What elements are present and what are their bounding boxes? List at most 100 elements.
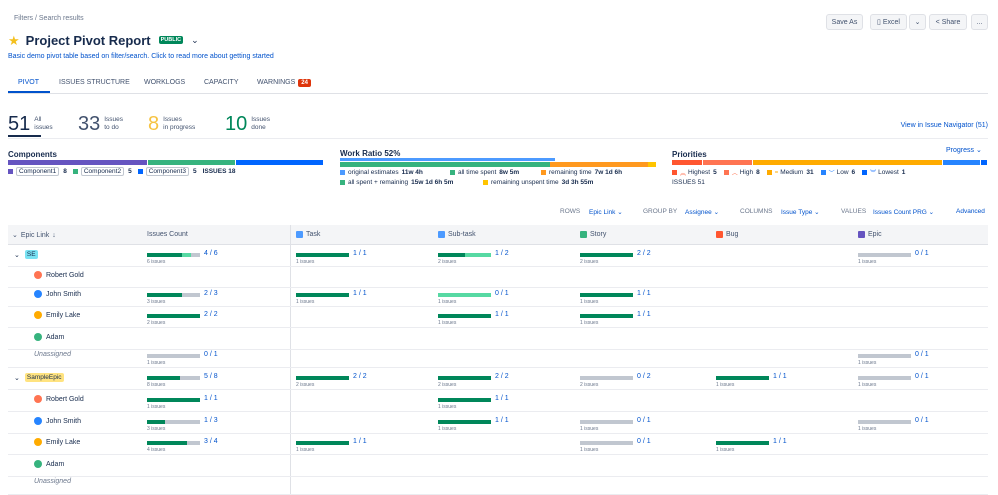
row-header[interactable]: ⌄ Epic Link ↓ <box>12 231 56 240</box>
progress-cell[interactable]: 0 / 1 1 issues <box>858 417 929 432</box>
column-header-task[interactable]: Task <box>296 231 320 238</box>
priority-segment[interactable] <box>753 160 943 165</box>
breadcrumb[interactable]: Filters / Search results <box>14 15 84 22</box>
component-segment[interactable] <box>8 160 148 165</box>
progress-cell[interactable]: 0 / 2 2 issues <box>580 373 651 388</box>
issue-count: 1 issues <box>716 382 735 388</box>
issue-count: 4 issues <box>147 447 166 453</box>
avatar <box>34 271 42 279</box>
assignee-row[interactable]: Robert Gold <box>34 271 84 279</box>
epic-row[interactable]: ⌄ SE <box>14 250 38 259</box>
columns-dropdown[interactable]: Issue Type ⌄ <box>781 208 820 216</box>
assignee-row[interactable]: John Smith <box>34 290 81 298</box>
issue-navigator-link[interactable]: View in Issue Navigator (51) <box>901 122 988 129</box>
chevron-down-icon[interactable]: ⌄ <box>191 35 199 46</box>
column-header-epic[interactable]: Epic <box>858 231 882 238</box>
progress-cell[interactable]: 0 / 1 1 issues <box>858 250 929 265</box>
stat-2[interactable]: 8 Issues in progress <box>148 114 195 134</box>
progress-cell[interactable]: 1 / 3 3 issues <box>147 417 218 432</box>
assignee-row[interactable]: Unassigned <box>34 351 71 358</box>
progress-cell[interactable]: 2 / 2 2 issues <box>580 250 651 265</box>
progress-cell[interactable]: 1 / 1 1 issues <box>147 395 218 410</box>
progress-cell[interactable]: 1 / 1 1 issues <box>438 417 509 432</box>
priority-legend-item[interactable]: ︾ Lowest 1 <box>862 168 905 177</box>
values-dropdown[interactable]: Issues Count PRG ⌄ <box>873 208 934 216</box>
progress-cell[interactable]: 2 / 3 3 issues <box>147 290 218 305</box>
tab-worklogs[interactable]: WORKLOGS <box>144 79 185 86</box>
progress-cell[interactable]: 1 / 1 1 issues <box>296 290 367 305</box>
stat-1[interactable]: 33 Issues to do <box>78 114 123 134</box>
assignee-row[interactable]: Emily Lake <box>34 438 80 446</box>
group-by-dropdown[interactable]: Assignee ⌄ <box>685 208 719 216</box>
more-button[interactable]: ... <box>971 14 988 30</box>
progress-cell[interactable]: 1 / 1 1 issues <box>580 311 651 326</box>
progress-cell[interactable]: 1 / 1 1 issues <box>296 438 367 453</box>
progress-cell[interactable]: 1 / 1 1 issues <box>296 250 367 265</box>
report-description-link[interactable]: Basic demo pivot table based on filter/s… <box>8 53 274 60</box>
assignee-row[interactable]: John Smith <box>34 417 81 425</box>
priority-segment[interactable] <box>672 160 703 165</box>
component-segment[interactable] <box>236 160 323 165</box>
progress-cell[interactable]: 0 / 1 1 issues <box>438 290 509 305</box>
progress-cell[interactable]: 2 / 2 2 issues <box>438 373 509 388</box>
progress-dropdown[interactable]: Progress ⌄ <box>946 146 982 154</box>
stat-3[interactable]: 10 Issues done <box>225 114 270 134</box>
progress-cell[interactable]: 1 / 1 1 issues <box>438 311 509 326</box>
tab-pivot[interactable]: PIVOT <box>18 79 39 86</box>
priority-segment[interactable] <box>980 160 988 165</box>
component-segment[interactable] <box>148 160 236 165</box>
row-divider <box>8 349 988 350</box>
assignee-row[interactable]: Adam <box>34 333 64 341</box>
progress-cell[interactable]: 5 / 8 8 issues <box>147 373 218 388</box>
progress-cell[interactable]: 1 / 1 1 issues <box>438 395 509 410</box>
progress-cell[interactable]: 3 / 4 4 issues <box>147 438 218 453</box>
share-button[interactable]: < Share <box>929 14 967 30</box>
component-legend-item[interactable]: Component1 8 <box>8 167 67 176</box>
excel-button[interactable]: ▯ Excel <box>870 14 907 30</box>
progress-cell[interactable]: 0 / 1 1 issues <box>580 438 651 453</box>
progress-cell[interactable]: 1 / 1 1 issues <box>716 373 787 388</box>
assignee-row[interactable]: Emily Lake <box>34 311 80 319</box>
progress-cell[interactable]: 4 / 6 6 issues <box>147 250 218 265</box>
assignee-row[interactable]: Adam <box>34 460 64 468</box>
progress-value: 1 / 1 <box>495 417 509 424</box>
assignee-row[interactable]: Robert Gold <box>34 395 84 403</box>
chevron-down-icon[interactable]: ⌄ <box>14 374 20 382</box>
progress-cell[interactable]: 2 / 2 2 issues <box>296 373 367 388</box>
component-legend-item[interactable]: Component2 5 <box>72 167 132 176</box>
priority-legend-item[interactable]: ﹀ Low 6 <box>820 168 855 177</box>
progress-value: 2 / 2 <box>495 373 509 380</box>
progress-cell[interactable]: 1 / 2 2 issues <box>438 250 509 265</box>
excel-dropdown-button[interactable]: ⌄ <box>909 14 926 30</box>
epic-row[interactable]: ⌄ SampleEpic <box>14 373 64 382</box>
progress-cell[interactable]: 0 / 1 1 issues <box>858 373 929 388</box>
stat-0[interactable]: 51 All issues <box>8 114 53 134</box>
chevron-down-icon[interactable]: ⌄ <box>14 251 20 259</box>
tab-warnings[interactable]: WARNINGS 24 <box>257 79 311 87</box>
component-legend-item[interactable]: Component3 5 <box>137 167 197 176</box>
priority-legend-item[interactable]: ︿ High 8 <box>723 168 760 177</box>
done-segment <box>296 376 349 380</box>
save-as-button[interactable]: Save As <box>826 14 863 30</box>
rows-dropdown[interactable]: Epic Link ⌄ <box>589 208 623 216</box>
priority-segment[interactable] <box>943 160 980 165</box>
progress-cell[interactable]: 1 / 1 1 issues <box>716 438 787 453</box>
priority-legend-item[interactable]: ︽ Highest 5 <box>672 168 717 177</box>
tab-capacity[interactable]: CAPACITY <box>204 79 239 86</box>
advanced-link[interactable]: Advanced <box>956 208 985 215</box>
progress-cell[interactable]: 0 / 1 1 issues <box>147 351 218 366</box>
issue-count: 1 issues <box>438 320 457 326</box>
progress-cell[interactable]: 1 / 1 1 issues <box>580 290 651 305</box>
priority-legend-item[interactable]: = Medium 31 <box>766 168 814 177</box>
star-icon[interactable]: ★ <box>8 34 20 47</box>
priority-segment[interactable] <box>703 160 753 165</box>
assignee-row[interactable]: Unassigned <box>34 478 71 485</box>
progress-cell[interactable]: 2 / 2 2 issues <box>147 311 218 326</box>
column-header-story[interactable]: Story <box>580 231 606 238</box>
progress-cell[interactable]: 0 / 1 1 issues <box>580 417 651 432</box>
progress-bar <box>147 441 200 445</box>
column-header-bug[interactable]: Bug <box>716 231 738 238</box>
progress-cell[interactable]: 0 / 1 1 issues <box>858 351 929 366</box>
column-header-sub-task[interactable]: Sub-task <box>438 231 476 238</box>
tab-issues-structure[interactable]: ISSUES STRUCTURE <box>59 79 130 86</box>
